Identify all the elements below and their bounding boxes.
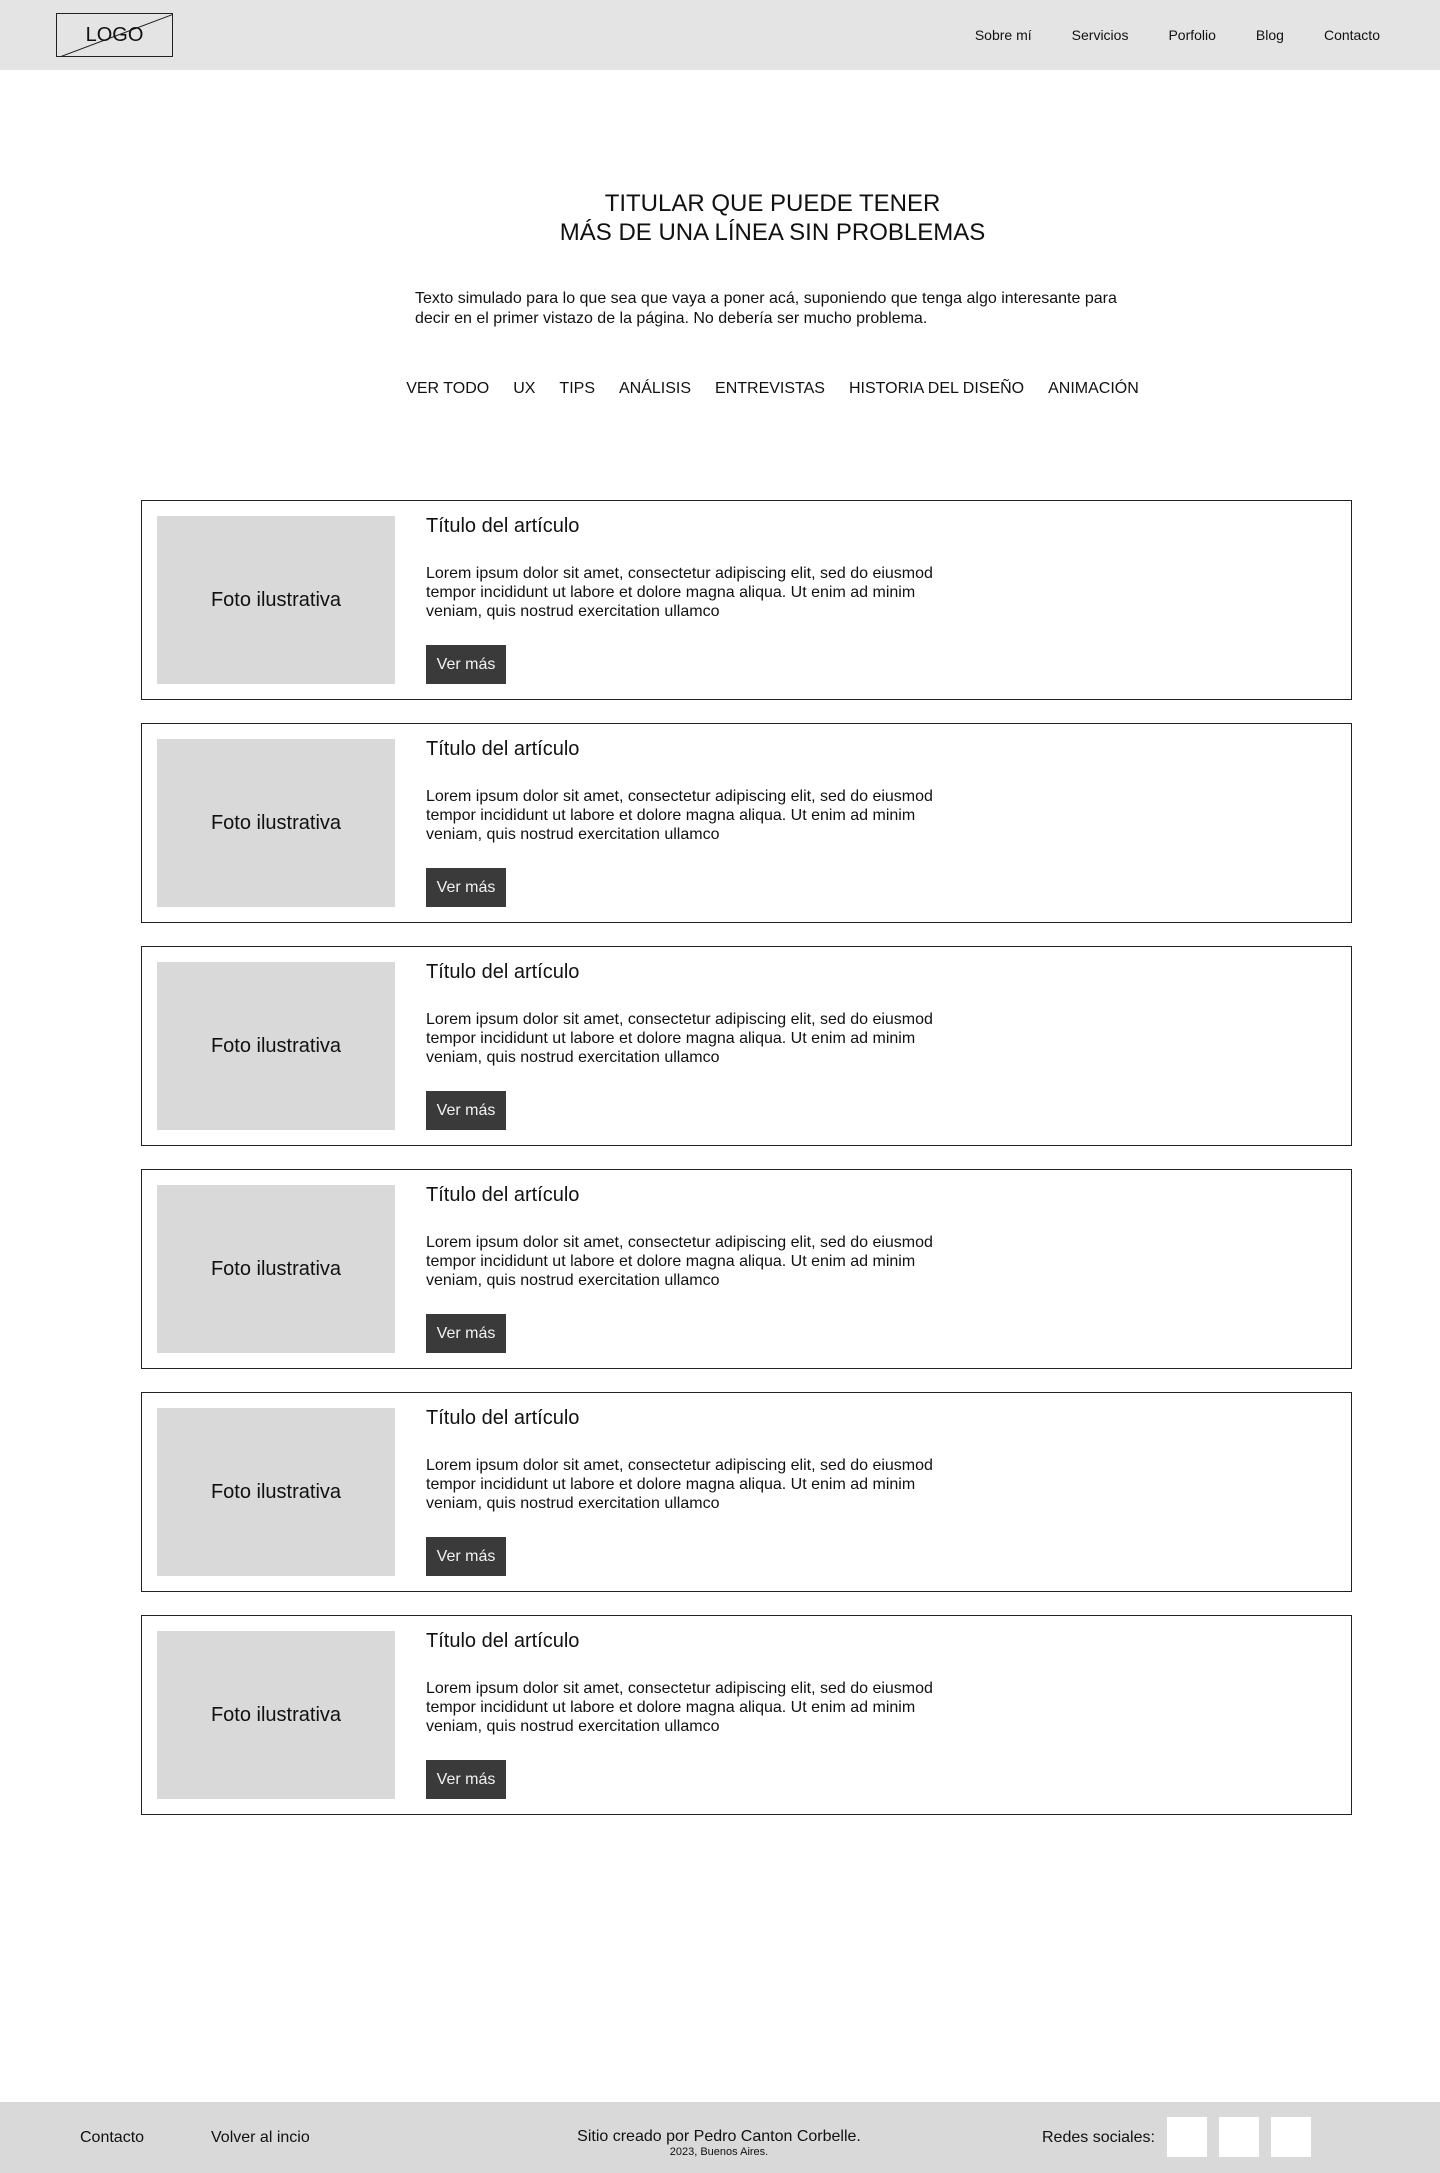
category-filters: VER TODO UX TIPS ANÁLISIS ENTREVISTAS HI… (0, 380, 1440, 398)
article-title: Título del artículo (426, 961, 580, 983)
nav-blog[interactable]: Blog (1256, 27, 1284, 43)
ver-mas-button[interactable]: Ver más (426, 868, 506, 907)
article-photo: Foto ilustrativa (157, 962, 395, 1130)
footer-city: 2023, Buenos Aires. (669, 2146, 769, 2158)
article-photo: Foto ilustrativa (157, 1185, 395, 1353)
article-excerpt: Lorem ipsum dolor sit amet, consectetur … (426, 1680, 933, 1735)
filter-analisis[interactable]: ANÁLISIS (619, 380, 691, 398)
article-card: Foto ilustrativa Título del artículo Lor… (141, 1392, 1352, 1592)
article-card: Foto ilustrativa Título del artículo Lor… (141, 1615, 1352, 1815)
article-title: Título del artículo (426, 1630, 580, 1652)
article-title: Título del artículo (426, 515, 580, 537)
article-list: Foto ilustrativa Título del artículo Lor… (141, 500, 1352, 1838)
article-card: Foto ilustrativa Título del artículo Lor… (141, 946, 1352, 1146)
article-excerpt: Lorem ipsum dolor sit amet, consectetur … (426, 1011, 933, 1066)
article-card: Foto ilustrativa Título del artículo Lor… (141, 500, 1352, 700)
ver-mas-button[interactable]: Ver más (426, 1314, 506, 1353)
filter-ux[interactable]: UX (513, 380, 535, 398)
article-photo: Foto ilustrativa (157, 516, 395, 684)
ver-mas-button[interactable]: Ver más (426, 645, 506, 684)
nav-contacto[interactable]: Contacto (1324, 27, 1380, 43)
article-title: Título del artículo (426, 738, 580, 760)
nav-porfolio[interactable]: Porfolio (1168, 27, 1215, 43)
article-photo: Foto ilustrativa (157, 1631, 395, 1799)
filter-ver-todo[interactable]: VER TODO (406, 380, 489, 398)
ver-mas-button[interactable]: Ver más (426, 1760, 506, 1799)
footer-credit: Sitio creado por Pedro Canton Corbelle. (577, 2128, 861, 2145)
logo[interactable]: LOGO (56, 13, 173, 57)
logo-text: LOGO (85, 23, 144, 46)
footer-contact-link[interactable]: Contacto (80, 2102, 144, 2173)
article-excerpt: Lorem ipsum dolor sit amet, consectetur … (426, 1234, 933, 1289)
article-excerpt: Lorem ipsum dolor sit amet, consectetur … (426, 788, 933, 843)
filter-entrevistas[interactable]: ENTREVISTAS (715, 380, 825, 398)
site-footer: Contacto Volver al incio Sitio creado po… (0, 2102, 1440, 2173)
article-card: Foto ilustrativa Título del artículo Lor… (141, 723, 1352, 923)
page-title: TITULAR QUE PUEDE TENER MÁS DE UNA LÍNEA… (0, 189, 1440, 247)
footer-back-home-link[interactable]: Volver al incio (211, 2102, 310, 2173)
main-nav: Sobre mí Servicios Porfolio Blog Contact… (975, 0, 1380, 70)
article-photo: Foto ilustrativa (157, 739, 395, 907)
site-header: LOGO Sobre mí Servicios Porfolio Blog Co… (0, 0, 1440, 70)
filter-tips[interactable]: TIPS (559, 380, 595, 398)
nav-servicios[interactable]: Servicios (1072, 27, 1129, 43)
filter-historia-del-diseno[interactable]: HISTORIA DEL DISEÑO (849, 380, 1024, 398)
social-icon[interactable] (1167, 2117, 1207, 2157)
article-title: Título del artículo (426, 1184, 580, 1206)
nav-sobre-mi[interactable]: Sobre mí (975, 27, 1032, 43)
social-label: Redes sociales: (1042, 2128, 1155, 2146)
page-title-line-2: MÁS DE UNA LÍNEA SIN PROBLEMAS (559, 219, 986, 246)
filter-animacion[interactable]: ANIMACIÓN (1048, 380, 1139, 398)
ver-mas-button[interactable]: Ver más (426, 1091, 506, 1130)
social-icon[interactable] (1271, 2117, 1311, 2157)
social-icon[interactable] (1219, 2117, 1259, 2157)
article-excerpt: Lorem ipsum dolor sit amet, consectetur … (426, 1457, 933, 1512)
intro-text: Texto simulado para lo que sea que vaya … (415, 290, 1117, 327)
ver-mas-button[interactable]: Ver más (426, 1537, 506, 1576)
article-card: Foto ilustrativa Título del artículo Lor… (141, 1169, 1352, 1369)
page-title-line-1: TITULAR QUE PUEDE TENER (604, 190, 941, 217)
article-excerpt: Lorem ipsum dolor sit amet, consectetur … (426, 565, 933, 620)
article-title: Título del artículo (426, 1407, 580, 1429)
article-photo: Foto ilustrativa (157, 1408, 395, 1576)
